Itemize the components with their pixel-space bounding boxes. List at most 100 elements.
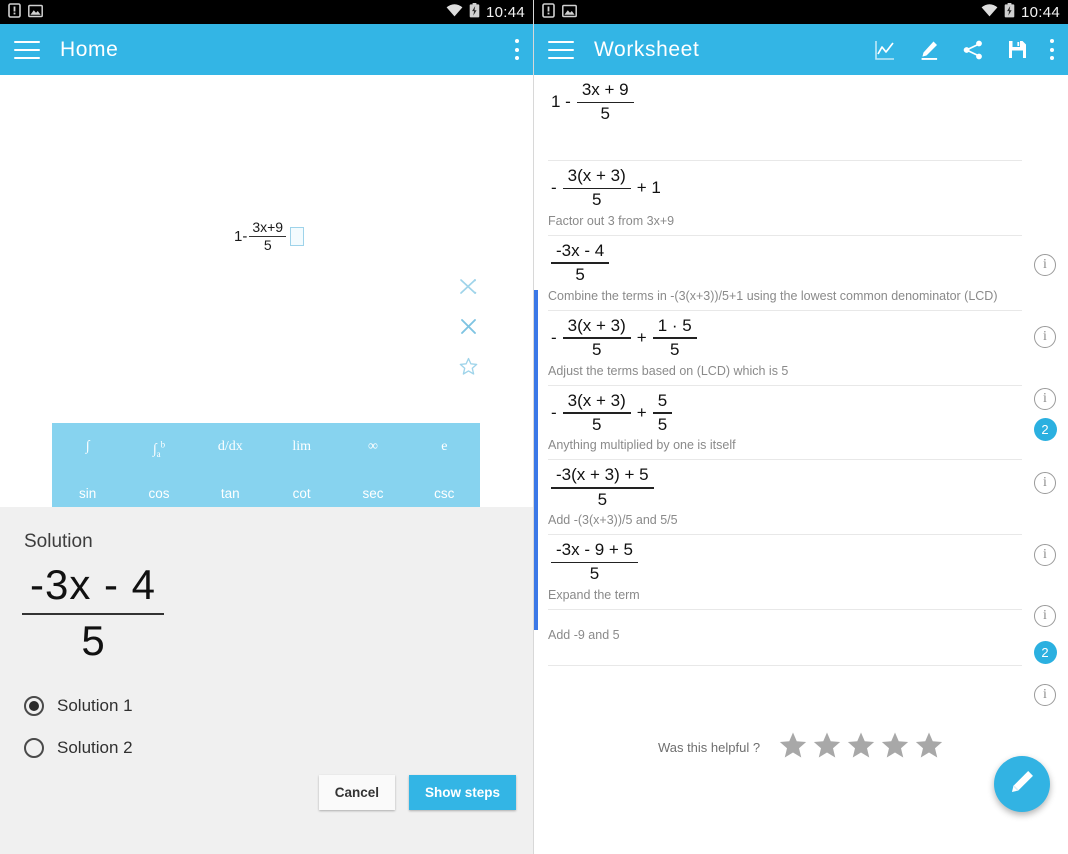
radio-indicator-selected — [24, 696, 44, 716]
math-expression-input[interactable]: 1- 3x+9 5 — [234, 220, 305, 253]
step-denominator: 5 — [591, 190, 602, 210]
step-numerator: 3x + 9 — [581, 80, 629, 99]
star-icon[interactable] — [914, 730, 944, 765]
worksheet-step[interactable]: -3x - 4 5 Combine the terms in -(3(x+3))… — [534, 236, 1068, 311]
step-math: 1 - 3x + 9 5 — [548, 75, 1022, 126]
worksheet-step[interactable]: 1 - 3x + 9 5 — [534, 75, 1068, 161]
radio-indicator-unselected — [24, 738, 44, 758]
key-definite-integral[interactable]: ∫ab — [123, 425, 194, 472]
status-bar-left: 10:44 — [0, 0, 533, 24]
step-info-button[interactable]: i — [1031, 385, 1059, 413]
solution-numerator: -3x - 4 — [30, 561, 157, 608]
solution-sheet-actions: Cancel Show steps — [318, 775, 516, 810]
show-steps-button[interactable]: Show steps — [408, 775, 516, 810]
step-operator: + — [636, 402, 647, 422]
key-derivative[interactable]: d/dx — [195, 425, 266, 472]
status-bar-right: 10:44 — [534, 0, 1068, 24]
info-icon: i — [1034, 472, 1056, 494]
badge-count: 2 — [1033, 417, 1057, 441]
info-icon: i — [1034, 326, 1056, 348]
star-icon[interactable] — [457, 355, 479, 377]
info-icon: i — [1034, 684, 1056, 706]
step-math: - 3(x + 3) 5 + 1 · 5 5 — [548, 311, 1022, 362]
step-prefix: - — [551, 402, 557, 422]
step-denominator: 5 — [591, 339, 602, 359]
step-substeps-badge[interactable]: 2 — [1031, 415, 1059, 443]
worksheet-steps: 1 - 3x + 9 5 - 3(x + 3) 5 + 1 Factor out… — [534, 75, 1068, 667]
status-system-right: 10:44 — [981, 3, 1060, 21]
left-appbar: Home — [0, 24, 533, 75]
worksheet-step[interactable]: Add -9 and 5 — [534, 610, 1068, 667]
image-notification-icon — [28, 4, 43, 21]
step-info-button[interactable]: i — [1031, 602, 1059, 630]
info-icon: i — [1034, 388, 1056, 410]
solution-sheet: Solution -3x - 4 5 Solution 1 Solution 2 — [0, 507, 533, 854]
rating-section: Was this helpful ? — [534, 730, 1068, 765]
radio-label-solution-2: Solution 2 — [57, 738, 133, 757]
star-icon[interactable] — [880, 730, 910, 765]
worksheet-step[interactable]: -3x - 9 + 5 5 Expand the term — [534, 535, 1068, 611]
step-fraction-2: 5 5 — [652, 391, 673, 435]
battery-charging-icon — [1004, 3, 1015, 21]
step-numerator: 3(x + 3) — [567, 315, 626, 335]
kebab-menu-icon[interactable] — [1049, 39, 1054, 60]
star-icon[interactable] — [812, 730, 842, 765]
fraction-bar — [551, 487, 654, 489]
fraction-bar — [562, 337, 631, 339]
key-integral[interactable]: ∫ — [52, 425, 123, 472]
app-screen: 10:44 Home 1- 3x+9 5 ∫ ∫ab d/dx lim ∞ e … — [0, 0, 1068, 854]
step-prefix: - — [551, 178, 557, 198]
sim-warning-icon — [542, 3, 555, 21]
fraction-bar — [562, 412, 631, 414]
right-pane: 10:44 Worksheet 1 - 3x + 9 5 - 3(x + 3) … — [534, 0, 1068, 854]
step-fraction: -3x - 4 5 — [551, 241, 610, 285]
hamburger-icon[interactable] — [548, 40, 574, 59]
step-numerator: 3(x + 3) — [567, 165, 626, 185]
step-info-button[interactable]: i — [1031, 469, 1059, 497]
kebab-menu-icon[interactable] — [514, 39, 519, 60]
step-substeps-badge[interactable]: 2 — [1031, 638, 1059, 666]
right-appbar-actions — [873, 38, 1054, 62]
step-math: - 3(x + 3) 5 + 1 — [548, 161, 1022, 212]
worksheet-step[interactable]: - 3(x + 3) 5 + 1 Factor out 3 from 3x+9 — [534, 161, 1068, 236]
save-floppy-icon[interactable] — [1005, 38, 1029, 62]
key-limit[interactable]: lim — [266, 425, 337, 472]
step-fraction: -3(x + 3) + 5 5 — [551, 466, 654, 509]
step-divider — [548, 665, 1022, 667]
radio-solution-1[interactable]: Solution 1 — [24, 685, 533, 727]
step-numerator: 3(x + 3) — [567, 390, 626, 410]
graph-icon[interactable] — [873, 38, 897, 62]
step-explanation: Expand the term — [548, 588, 640, 603]
hamburger-icon[interactable] — [14, 40, 40, 59]
share-icon[interactable] — [961, 38, 985, 62]
fraction-bar — [576, 101, 634, 104]
status-clock: 10:44 — [485, 3, 525, 21]
step-denominator: 5 — [575, 264, 585, 284]
key-infinity[interactable]: ∞ — [337, 425, 408, 472]
step-fraction: 3(x + 3) 5 — [562, 315, 631, 360]
expression-denominator: 5 — [263, 236, 272, 253]
worksheet-step[interactable]: - 3(x + 3) 5 + 5 5 Anything multiplied b… — [534, 386, 1068, 461]
key-euler-e[interactable]: e — [409, 425, 480, 472]
step-info-button[interactable]: i — [1031, 251, 1059, 279]
status-clock: 10:44 — [1020, 3, 1060, 21]
edit-fab-button[interactable] — [994, 756, 1050, 812]
radio-solution-2[interactable]: Solution 2 — [24, 727, 533, 769]
step-info-button[interactable]: i — [1031, 681, 1059, 709]
close-icon[interactable] — [457, 315, 479, 337]
star-icon[interactable] — [846, 730, 876, 765]
edit-pencil-icon[interactable] — [917, 38, 941, 62]
step-math: -3x - 4 5 — [548, 236, 1022, 287]
left-pane: 10:44 Home 1- 3x+9 5 ∫ ∫ab d/dx lim ∞ e … — [0, 0, 534, 854]
fraction-bar — [562, 187, 631, 190]
step-info-button[interactable]: i — [1031, 323, 1059, 351]
star-icon[interactable] — [778, 730, 808, 765]
badge-count: 2 — [1033, 640, 1057, 664]
step-fraction: 3x + 9 5 — [576, 80, 634, 124]
shuffle-icon[interactable] — [457, 275, 479, 297]
cancel-button[interactable]: Cancel — [318, 775, 395, 810]
worksheet-step[interactable]: -3(x + 3) + 5 5 Add -(3(x+3))/5 and 5/5 — [534, 460, 1068, 536]
step-info-button[interactable]: i — [1031, 541, 1059, 569]
worksheet-step[interactable]: - 3(x + 3) 5 + 1 · 5 5 Adjust the terms … — [534, 311, 1068, 386]
fraction-bar — [551, 262, 610, 264]
